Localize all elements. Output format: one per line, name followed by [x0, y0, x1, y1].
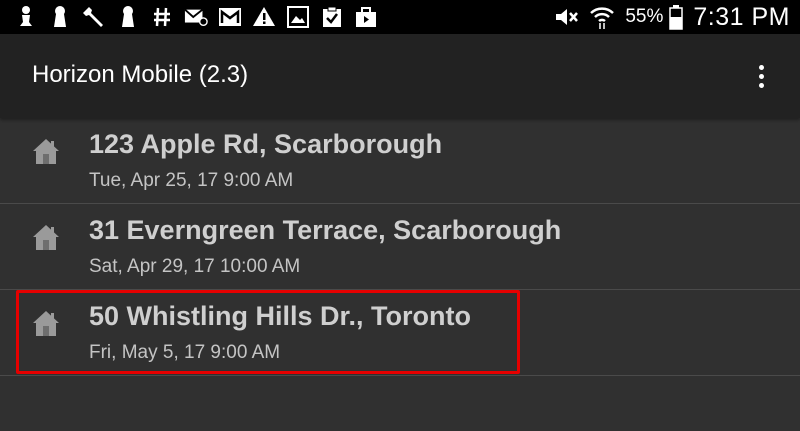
mute-icon [553, 5, 579, 29]
wifi-icon [589, 4, 615, 30]
notification-icons [0, 0, 378, 34]
more-vert-icon[interactable] [746, 58, 776, 94]
clipboard-check-icon [320, 5, 344, 29]
voicemail-icon [184, 5, 208, 29]
keyhole-icon [116, 5, 140, 29]
system-status: 55% 7:31 PM [553, 0, 800, 34]
app-bar: Horizon Mobile (2.3) [0, 34, 800, 118]
status-bar: 55% 7:31 PM [0, 0, 800, 34]
clock: 7:31 PM [693, 2, 790, 31]
appointment-item[interactable]: 50 Whistling Hills Dr., Toronto Fri, May… [0, 290, 800, 376]
appointment-list: 123 Apple Rd, Scarborough Tue, Apr 25, 1… [0, 118, 800, 376]
wrench-icon [82, 5, 106, 29]
appointment-address: 123 Apple Rd, Scarborough [89, 129, 443, 159]
gallery-icon [286, 5, 310, 29]
app-title: Horizon Mobile (2.3) [32, 61, 249, 88]
appointment-datetime: Sat, Apr 29, 17 10:00 AM [89, 256, 301, 277]
battery-percent: 55% [625, 6, 664, 27]
appointment-address: 50 Whistling Hills Dr., Toronto [89, 301, 472, 331]
battery-icon [669, 4, 684, 30]
house-icon [30, 135, 62, 167]
overflow-dot [758, 64, 764, 70]
appointment-datetime: Tue, Apr 25, 17 9:00 AM [89, 170, 294, 191]
house-icon [30, 221, 62, 253]
appointment-datetime: Fri, May 5, 17 9:00 AM [89, 342, 281, 363]
overflow-dot [758, 73, 764, 79]
gmail-icon [218, 5, 242, 29]
briefcase-icon [354, 5, 378, 29]
hash-icon [150, 5, 174, 29]
chess-pawn-icon [14, 5, 38, 29]
house-icon [30, 307, 62, 339]
appointment-address: 31 Everngreen Terrace, Scarborough [89, 215, 562, 245]
overflow-dot [758, 82, 764, 88]
appointment-item[interactable]: 31 Everngreen Terrace, Scarborough Sat, … [0, 204, 800, 290]
keyhole-icon [48, 5, 72, 29]
appointment-item[interactable]: 123 Apple Rd, Scarborough Tue, Apr 25, 1… [0, 118, 800, 204]
warning-icon [252, 5, 276, 29]
